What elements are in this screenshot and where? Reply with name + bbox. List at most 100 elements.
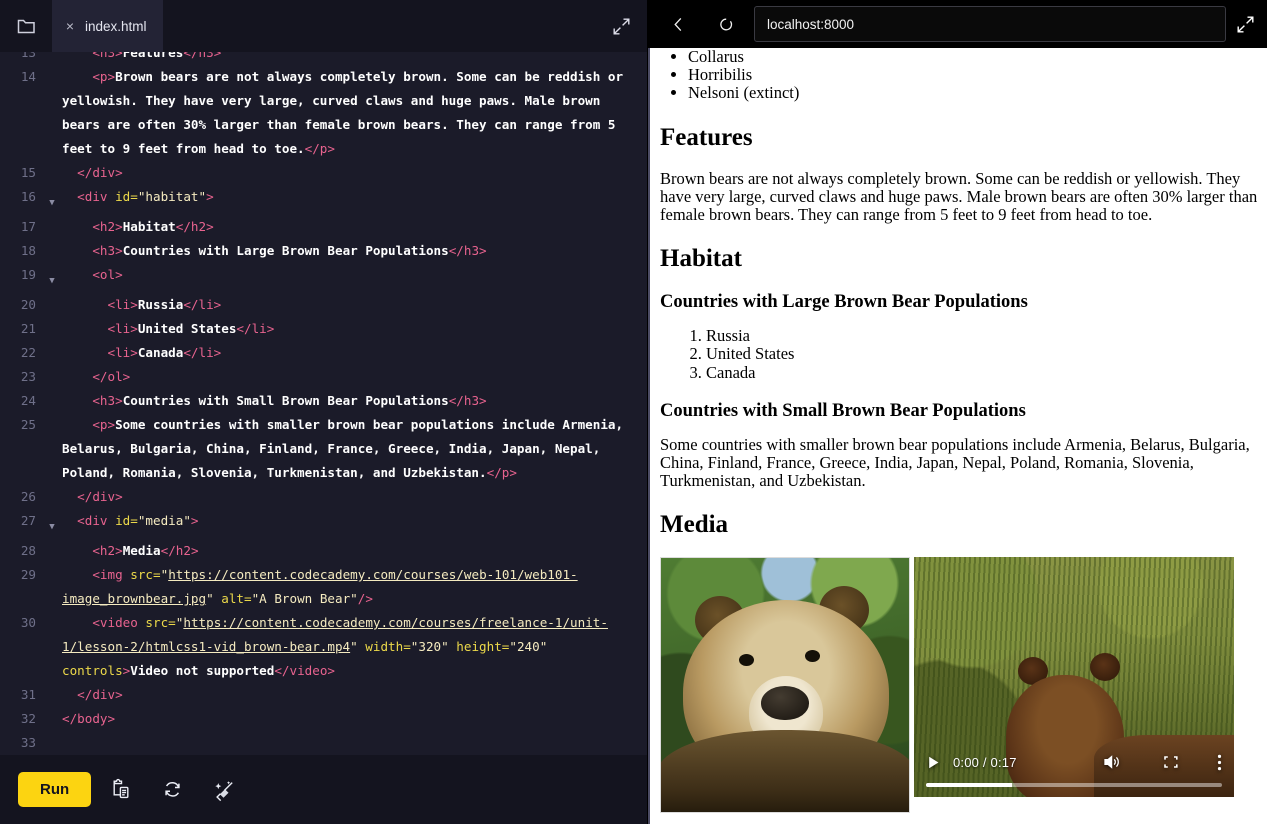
- fullscreen-icon[interactable]: [1163, 755, 1179, 769]
- code-line[interactable]: 16 ▼ <div id="habitat">: [0, 185, 647, 215]
- back-chevron-icon[interactable]: [654, 0, 702, 48]
- more-options-icon[interactable]: [1217, 754, 1222, 771]
- editor-tab-index-html[interactable]: × index.html: [52, 0, 163, 52]
- code-line-text: <li>Canada</li>: [62, 341, 647, 365]
- code-line[interactable]: 14 <p>Brown bears are not always complet…: [0, 65, 647, 161]
- code-token-va: "320": [410, 639, 457, 654]
- large-populations-list: RussiaUnited StatesCanada: [660, 327, 1259, 382]
- code-line[interactable]: 27 ▼ <div id="media">: [0, 509, 647, 539]
- editor-tab-bar: × index.html: [0, 0, 647, 52]
- code-line[interactable]: 24 <h3>Countries with Small Brown Bear P…: [0, 389, 647, 413]
- code-line[interactable]: 20 <li>Russia</li>: [0, 293, 647, 317]
- reload-icon[interactable]: [702, 0, 750, 48]
- brown-bear-video[interactable]: 0:00 / 0:17: [914, 557, 1234, 798]
- code-token-tg: <ol>: [62, 267, 123, 282]
- line-number: 14: [20, 69, 36, 84]
- list-item: United States: [706, 345, 1259, 363]
- code-line-text: </body>: [62, 707, 647, 731]
- code-token-tg: </li>: [236, 321, 275, 336]
- code-token-tg: <li>: [62, 345, 138, 360]
- code-line[interactable]: 31 </div>: [0, 683, 647, 707]
- code-editor-pane: × index.html 13 <h3>Features</h3> 14 <p>B…: [0, 0, 648, 824]
- browser-expand-icon[interactable]: [1223, 0, 1267, 48]
- video-progress-fill: [926, 783, 1012, 788]
- code-line-text: <h2>Habitat</h2>: [62, 215, 647, 239]
- code-line[interactable]: 19 ▼ <ol>: [0, 263, 647, 293]
- code-line-text: <div id="habitat">: [62, 185, 647, 209]
- code-line[interactable]: 30 <video src="https://content.codecadem…: [0, 611, 647, 683]
- reset-refresh-icon[interactable]: [149, 767, 195, 813]
- video-progress-bar[interactable]: [926, 783, 1222, 788]
- rendered-page-viewport: CollarusHorribilisNelsoni (extinct) Feat…: [648, 48, 1267, 824]
- code-line[interactable]: 28 <h2>Media</h2>: [0, 539, 647, 563]
- code-token-tg: <h3>: [62, 393, 123, 408]
- code-token-tg: </h3>: [448, 243, 487, 258]
- list-item: Russia: [706, 327, 1259, 345]
- code-line-text: <img src="https://content.codecademy.com…: [62, 563, 647, 611]
- run-button[interactable]: Run: [18, 772, 92, 807]
- address-bar[interactable]: localhost:8000: [754, 6, 1226, 42]
- code-line[interactable]: 17 <h2>Habitat</h2>: [0, 215, 647, 239]
- fold-arrow-icon[interactable]: ▼: [42, 185, 62, 215]
- video-time-display: 0:00 / 0:17: [953, 754, 1017, 770]
- code-line[interactable]: 21 <li>United States</li>: [0, 317, 647, 341]
- code-line[interactable]: 32 </body>: [0, 707, 647, 731]
- url-text: localhost:8000: [767, 16, 855, 32]
- code-line[interactable]: 26 </div>: [0, 485, 647, 509]
- code-line[interactable]: 15 </div>: [0, 161, 647, 185]
- code-token-tg: <li>: [62, 321, 138, 336]
- line-number: 31: [20, 687, 36, 702]
- code-token-txt: Brown bears are not always completely br…: [62, 69, 631, 156]
- code-line[interactable]: 25 <p>Some countries with smaller brown …: [0, 413, 647, 485]
- list-item: Collarus: [688, 48, 1259, 66]
- code-token-va: "habitat": [137, 189, 207, 204]
- features-heading: Features: [660, 123, 753, 151]
- code-token-tg: </div>: [62, 687, 123, 702]
- format-broom-icon[interactable]: [201, 767, 247, 813]
- code-line[interactable]: 18 <h3>Countries with Large Brown Bear P…: [0, 239, 647, 263]
- habitat-heading: Habitat: [660, 245, 742, 273]
- volume-icon[interactable]: [1103, 754, 1121, 770]
- code-line[interactable]: 22 <li>Canada</li>: [0, 341, 647, 365]
- code-line[interactable]: 23 </ol>: [0, 365, 647, 389]
- clipboard-paste-icon[interactable]: [97, 767, 143, 813]
- fold-arrow-icon[interactable]: ▼: [42, 263, 62, 293]
- code-text-area[interactable]: 13 <h3>Features</h3> 14 <p>Brown bears ar…: [0, 52, 647, 755]
- code-line[interactable]: 33: [0, 731, 647, 755]
- media-row: 0:00 / 0:17: [660, 557, 1259, 814]
- line-number: 21: [20, 321, 36, 336]
- line-number: 27: [20, 513, 36, 528]
- code-token-tg: >: [206, 189, 214, 204]
- code-token-va: "240": [509, 639, 555, 654]
- code-token-tg: </ol>: [62, 369, 131, 384]
- code-token-tg: <h3>: [62, 243, 123, 258]
- code-token-tg: <h2>: [62, 543, 123, 558]
- play-icon[interactable]: [926, 755, 941, 770]
- code-line-text: <h3>Features</h3>: [62, 52, 647, 65]
- code-token-tg: <p>: [62, 417, 116, 432]
- code-line[interactable]: 13 <h3>Features</h3>: [0, 52, 647, 65]
- fold-arrow-icon[interactable]: ▼: [42, 509, 62, 539]
- code-line-text: <li>Russia</li>: [62, 293, 647, 317]
- code-token-tg: <h3>: [62, 52, 123, 60]
- line-number: 15: [20, 165, 36, 180]
- tab-close-icon[interactable]: ×: [64, 19, 76, 33]
- code-token-at: src=: [130, 567, 161, 582]
- bear-nose: [761, 686, 809, 721]
- editor-expand-icon[interactable]: [595, 0, 647, 52]
- code-line-text: <video src="https://content.codecademy.c…: [62, 611, 647, 683]
- code-token-tg: </h3>: [448, 393, 487, 408]
- list-item: Nelsoni (extinct): [688, 84, 1259, 102]
- folder-icon[interactable]: [0, 0, 52, 52]
- line-number: 19: [20, 267, 36, 282]
- code-token-tg: <p>: [62, 69, 116, 84]
- code-token-tg: <li>: [62, 297, 138, 312]
- code-line[interactable]: 29 <img src="https://content.codecademy.…: [0, 563, 647, 611]
